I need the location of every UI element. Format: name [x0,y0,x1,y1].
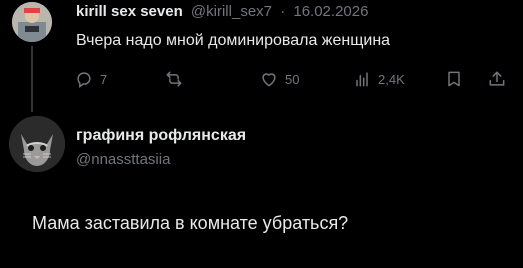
bookmark-icon [448,71,460,87]
share-button[interactable] [487,68,507,90]
tweet-text: Мама заставила в комнате убраться? [32,213,349,233]
view-count: 2,4K [378,71,405,87]
heart-icon [262,73,276,87]
like-count: 50 [285,71,300,87]
bookmark-button[interactable] [444,68,464,90]
reply-count: 7 [100,71,108,87]
tweet-text: Вчера надо мной доминировала женщина [76,32,391,49]
author-handle[interactable]: @nnassttasiia [76,151,170,168]
author-handle[interactable]: @kirill_sex7 [191,3,272,20]
share-icon [489,71,505,86]
author-name[interactable]: kirill sex seven [76,3,183,20]
reply-button[interactable]: 7 [74,68,107,90]
separator: · [280,3,286,20]
tweet-actions: 7 50 2,4K [0,68,523,92]
tweet-date[interactable]: 16.02.2026 [293,3,368,20]
views-icon [356,72,368,87]
retweet-button[interactable] [164,68,190,90]
avatar[interactable] [12,2,52,42]
reply-icon [77,72,91,88]
author-name[interactable]: графиня рофлянская [76,127,246,145]
retweet-icon [166,71,182,87]
views-button[interactable]: 2,4K [352,68,405,90]
avatar[interactable] [9,116,65,172]
tweet-header: kirill sex seven @kirill_sex7 · 16.02.20… [76,3,368,20]
like-button[interactable]: 50 [259,68,299,90]
